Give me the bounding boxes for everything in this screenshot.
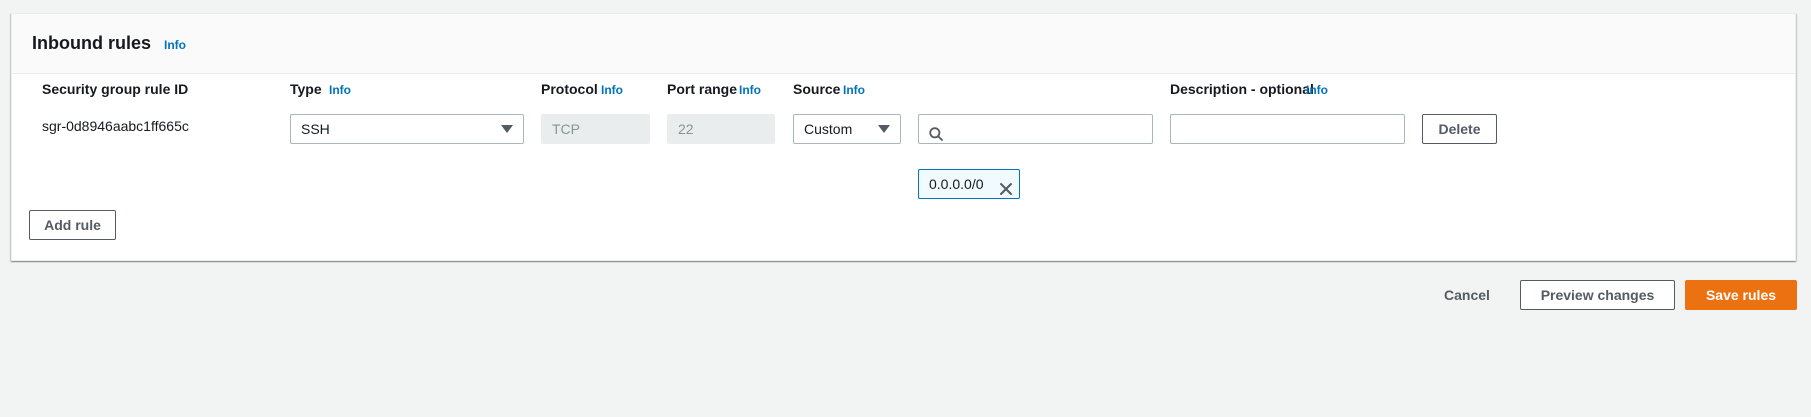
panel-title: Inbound rules [32,33,151,53]
description-input[interactable] [1170,114,1405,144]
column-header-description: Description - optional [1170,81,1314,97]
search-icon [929,122,943,150]
source-info-link[interactable]: Info [843,83,865,97]
column-header-port-range: Port range [667,81,738,97]
column-header-source: Source [793,81,841,97]
panel-info-link[interactable]: Info [164,38,186,52]
description-info-link[interactable]: Info [1306,83,1328,97]
source-token: 0.0.0.0/0 [918,169,1020,199]
cancel-button[interactable]: Cancel [1444,287,1490,303]
source-type-value: Custom [804,121,853,137]
preview-changes-button[interactable]: Preview changes [1520,280,1675,310]
protocol-value: TCP [552,121,580,137]
column-header-protocol: Protocol [541,81,598,97]
caret-down-icon [501,125,513,133]
security-group-rule-id: sgr-0d8946aabc1ff665c [42,118,189,134]
port-range-value: 22 [678,121,694,137]
add-rule-button[interactable]: Add rule [29,210,116,240]
source-token-label: 0.0.0.0/0 [929,176,984,192]
column-header-type: Type [290,81,322,97]
close-icon[interactable] [999,177,1013,205]
save-rules-button[interactable]: Save rules [1685,280,1797,310]
panel-header: Inbound rules Info [12,14,1795,74]
caret-down-icon [878,125,890,133]
type-select-value: SSH [301,121,330,137]
inbound-rules-panel: Inbound rules Info Security group rule I… [11,13,1796,261]
protocol-info-link[interactable]: Info [601,83,623,97]
column-header-rule-id: Security group rule ID [42,81,189,97]
type-select[interactable]: SSH [290,114,524,144]
type-info-link[interactable]: Info [329,83,351,97]
port-range-field: 22 [667,114,775,144]
delete-button[interactable]: Delete [1422,114,1497,144]
protocol-field: TCP [541,114,650,144]
source-type-select[interactable]: Custom [793,114,901,144]
port-range-info-link[interactable]: Info [739,83,761,97]
source-search-input[interactable] [918,114,1153,144]
